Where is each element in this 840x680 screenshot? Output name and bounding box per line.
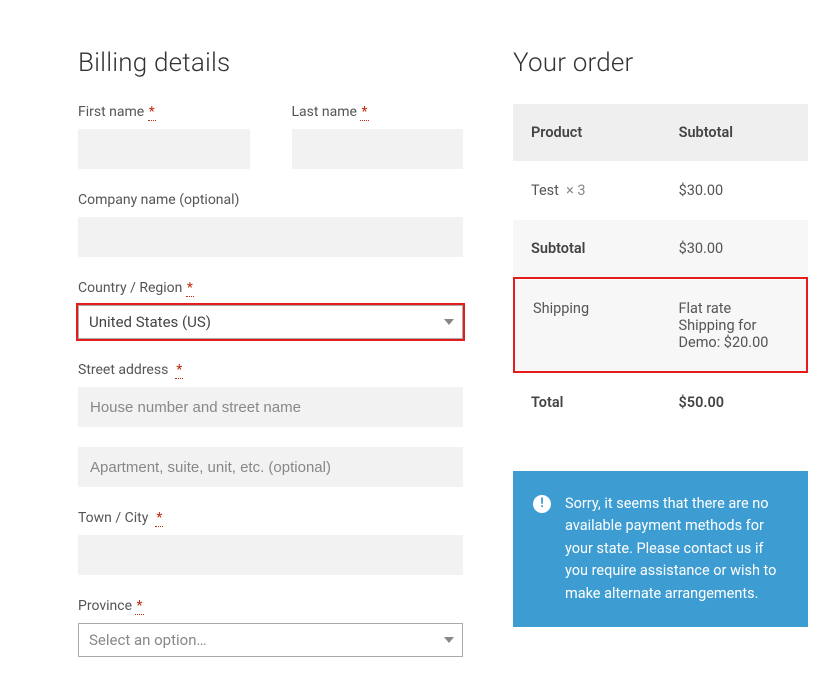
- payment-warning-notice: ! Sorry, it seems that there are no avai…: [513, 471, 808, 627]
- first-name-input[interactable]: [78, 129, 250, 169]
- province-select[interactable]: Select an option…: [78, 623, 463, 657]
- order-shipping-row-highlight: Shipping Flat rate Shipping for Demo: $2…: [513, 277, 808, 373]
- subtotal-label: Subtotal: [513, 220, 661, 278]
- street-address-2-input[interactable]: [78, 447, 463, 487]
- last-name-input[interactable]: [292, 129, 464, 169]
- last-name-label: Last name *: [292, 104, 464, 120]
- country-select[interactable]: United States (US): [78, 305, 463, 339]
- subtotal-value: $30.00: [661, 220, 808, 278]
- order-summary-table: Product Subtotal Test × 3 $30.00 Subtota…: [513, 104, 808, 277]
- total-value: $50.00: [661, 374, 809, 432]
- billing-heading: Billing details: [78, 48, 463, 78]
- required-mark: *: [175, 362, 183, 379]
- required-mark: *: [360, 104, 368, 121]
- street-address-input[interactable]: [78, 387, 463, 427]
- warning-icon: !: [533, 495, 551, 513]
- item-price: $30.00: [661, 162, 808, 220]
- required-mark: *: [148, 104, 156, 121]
- order-total-row: Total $50.00: [513, 374, 808, 432]
- province-placeholder: Select an option…: [89, 631, 207, 649]
- shipping-label: Shipping: [515, 280, 661, 372]
- order-line-item: Test × 3 $30.00: [513, 162, 808, 220]
- first-name-label: First name *: [78, 104, 250, 120]
- required-mark: *: [135, 598, 143, 615]
- total-label: Total: [513, 374, 661, 432]
- country-label: Country / Region *: [78, 280, 463, 296]
- item-qty: × 3: [566, 182, 585, 199]
- required-mark: *: [186, 280, 194, 297]
- shipping-value: Flat rate Shipping for Demo: $20.00: [661, 280, 807, 372]
- col-product: Product: [513, 104, 661, 162]
- company-input[interactable]: [78, 217, 463, 257]
- country-selected-value: United States (US): [89, 313, 211, 331]
- notice-text: Sorry, it seems that there are no availa…: [565, 493, 788, 605]
- chevron-down-icon: [444, 637, 454, 643]
- required-mark: *: [155, 510, 163, 527]
- company-label: Company name (optional): [78, 192, 463, 208]
- street-address-label: Street address *: [78, 362, 463, 378]
- item-name: Test: [531, 182, 559, 199]
- city-input[interactable]: [78, 535, 463, 575]
- city-label: Town / City *: [78, 510, 463, 526]
- order-subtotal-row: Subtotal $30.00: [513, 220, 808, 278]
- col-subtotal: Subtotal: [661, 104, 808, 162]
- order-heading: Your order: [513, 48, 808, 78]
- chevron-down-icon: [444, 319, 454, 325]
- province-label: Province *: [78, 598, 463, 614]
